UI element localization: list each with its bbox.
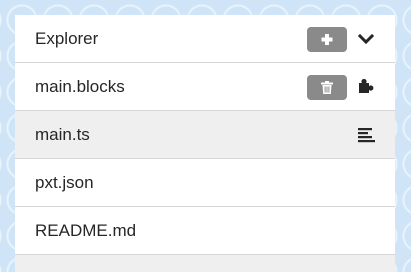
file-name: main.ts [35, 125, 90, 144]
collapse-toggle[interactable] [356, 29, 376, 49]
file-item-pxt-json[interactable]: pxt.json [15, 159, 395, 207]
file-item-readme-md[interactable]: README.md [15, 207, 395, 255]
align-left-icon [356, 125, 376, 145]
file-name: pxt.json [35, 173, 94, 192]
file-name: README.md [35, 221, 137, 240]
file-name: main.blocks [35, 77, 125, 96]
list-item-partial[interactable] [15, 255, 395, 272]
explorer-header[interactable]: Explorer [15, 15, 395, 63]
explorer-title: Explorer [35, 29, 99, 48]
add-file-button[interactable] [307, 27, 347, 52]
file-item-main-ts[interactable]: main.ts [15, 111, 395, 159]
delete-file-button[interactable] [307, 75, 347, 100]
puzzle-icon [356, 77, 376, 97]
plus-icon [321, 34, 333, 45]
file-item-main-blocks[interactable]: main.blocks [15, 63, 395, 111]
trash-icon [321, 81, 333, 94]
explorer-panel: Explorer main.blocks main.ts pxt.json RE… [15, 15, 395, 272]
chevron-down-icon [357, 33, 375, 45]
